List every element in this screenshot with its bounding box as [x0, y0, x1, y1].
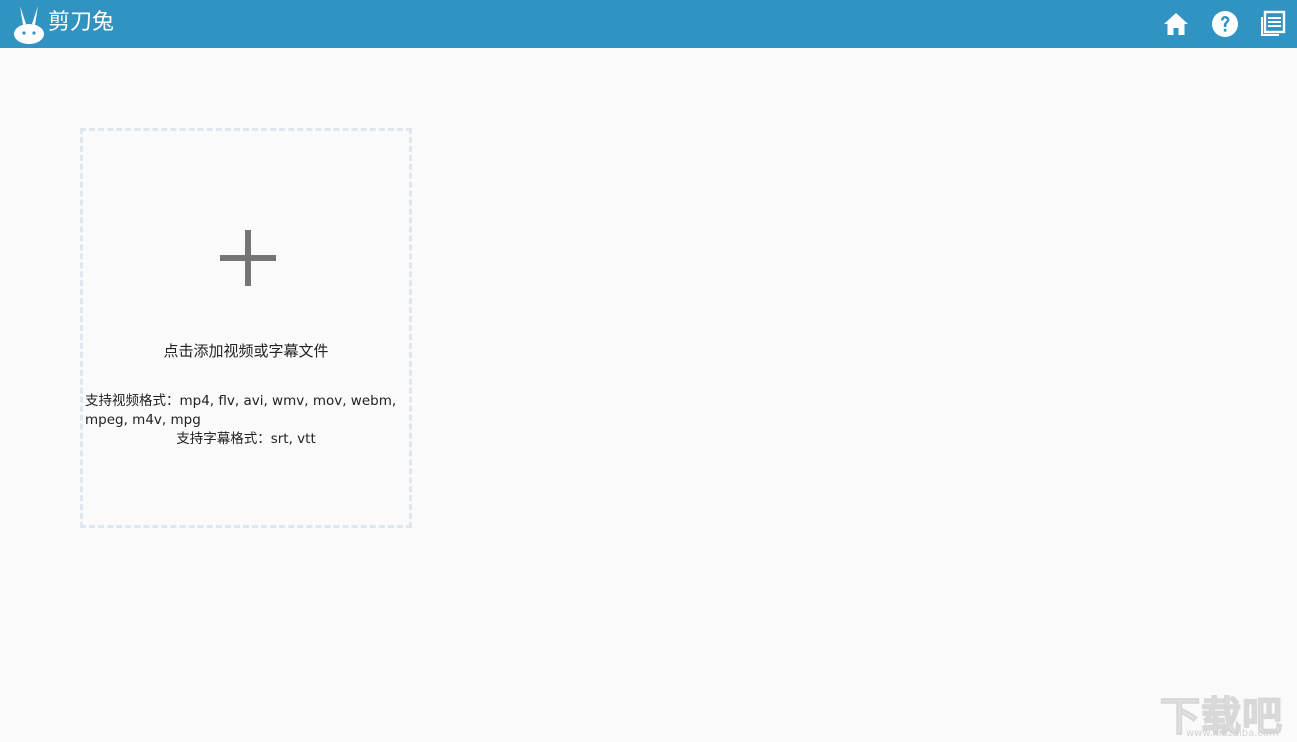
supported-subtitle-formats: 支持字幕格式：srt, vtt [176, 431, 316, 447]
watermark-url: www.xiazaiba.com [1186, 728, 1279, 739]
rabbit-logo-icon [14, 6, 44, 44]
add-file-prompt: 点击添加视频或字幕文件 [163, 342, 329, 360]
watermark: 下载吧 www.xiazaiba.com [1159, 684, 1294, 741]
title-bar: 剪刀兔 [0, 0, 1297, 48]
plus-icon [220, 230, 276, 286]
app-title: 剪刀兔 [48, 10, 115, 35]
document-list-icon[interactable] [1258, 10, 1286, 38]
home-icon[interactable] [1162, 10, 1190, 38]
supported-video-formats: 支持视频格式：mp4, flv, avi, wmv, mov, webm, mp… [85, 393, 397, 428]
help-icon[interactable] [1211, 10, 1239, 38]
add-file-dropzone[interactable]: 点击添加视频或字幕文件 支持视频格式：mp4, flv, avi, wmv, m… [80, 128, 412, 528]
